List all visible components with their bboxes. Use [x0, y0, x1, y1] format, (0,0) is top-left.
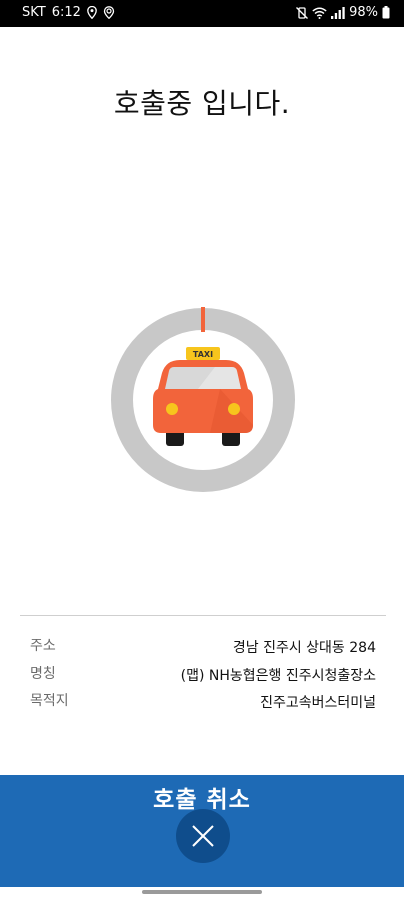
page-title: 호출중 입니다.	[113, 87, 291, 120]
destination-value: 진주고속버스터미널	[260, 695, 376, 711]
name-label: 명칭	[30, 666, 56, 682]
location-target-icon	[103, 6, 115, 19]
progress-ring-marker	[201, 307, 205, 332]
status-right: 98%	[296, 5, 390, 20]
location-pin-icon	[87, 6, 97, 19]
taxi-sign-text: TAXI	[193, 350, 213, 359]
info-divider	[20, 615, 386, 616]
close-icon	[192, 825, 214, 847]
home-indicator[interactable]	[142, 890, 262, 894]
status-bar: SKT 6:12 98%	[0, 0, 404, 27]
info-row-name: 명칭 (맵) NH농협은행 진주시청출장소	[0, 663, 404, 687]
battery-percent: 98%	[349, 5, 378, 20]
signal-icon	[331, 6, 345, 19]
address-value: 경남 진주시 상대동 284	[232, 640, 376, 656]
system-nav-bar	[0, 887, 404, 900]
mute-vibrate-icon	[296, 6, 309, 19]
calling-progress-ring: TAXI	[110, 307, 296, 493]
wifi-icon	[312, 7, 327, 19]
status-left: SKT 6:12	[22, 5, 115, 20]
info-row-address: 주소 경남 진주시 상대동 284	[0, 635, 404, 659]
cancel-call-panel[interactable]: 호출 취소	[0, 775, 404, 887]
clock-time: 6:12	[51, 5, 81, 20]
destination-label: 목적지	[30, 693, 69, 709]
battery-icon	[382, 6, 390, 19]
info-row-destination: 목적지 진주고속버스터미널	[0, 690, 404, 714]
carrier-label: SKT	[22, 5, 46, 20]
name-value: (맵) NH농협은행 진주시청출장소	[180, 668, 376, 684]
address-label: 주소	[30, 638, 56, 654]
cancel-call-button[interactable]	[176, 809, 230, 863]
taxi-icon: TAXI	[153, 347, 253, 446]
